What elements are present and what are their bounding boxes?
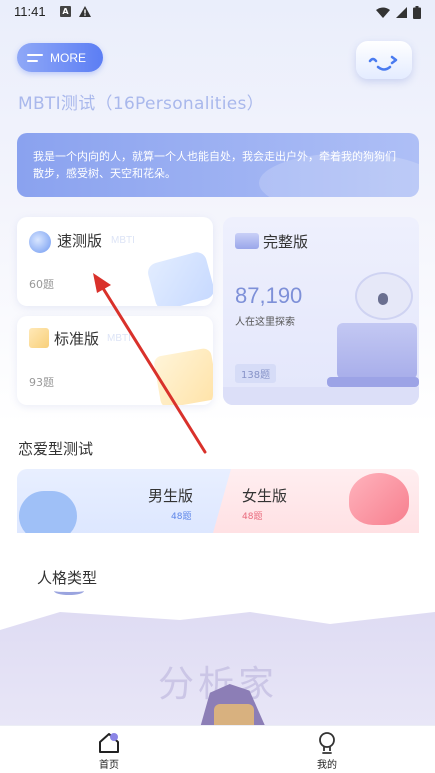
female-test-count: 48题 [242, 512, 263, 522]
standard-test-tag: MBTI [107, 333, 131, 344]
nav-home-label: 首页 [99, 760, 119, 771]
nav-mine-label: 我的 [317, 760, 337, 771]
quick-test-title: 速测版 [57, 232, 103, 250]
more-button[interactable]: MORE [17, 43, 103, 72]
love-test-section-title: 恋爱型测试 [18, 440, 94, 458]
home-icon [99, 733, 119, 753]
assistant-bot-button[interactable] [356, 41, 412, 79]
explorer-count: 87,190 [235, 283, 303, 308]
love-test-banner: 男生版 48题 女生版 48题 [17, 469, 419, 533]
monitor-illustration [337, 323, 417, 379]
full-test-count-badge: 138题 [235, 364, 277, 383]
bot-face-icon [368, 55, 398, 71]
notification-icons: A [60, 6, 91, 17]
standard-test-title: 标准版 [54, 330, 100, 348]
bottom-navigation: 首页 我的 [0, 725, 435, 773]
quick-test-icon [29, 231, 51, 253]
signal-icon [396, 7, 407, 18]
standard-test-illustration [152, 347, 213, 405]
menu-icon [27, 53, 43, 63]
app-notification-icon: A [60, 6, 71, 17]
quick-test-tag: MBTI [111, 235, 135, 246]
wifi-icon [376, 7, 390, 18]
nav-home[interactable]: 首页 [79, 726, 139, 773]
male-test-count: 48题 [171, 512, 192, 522]
status-bar: 11:41 A [0, 0, 435, 26]
standard-test-count: 93题 [29, 376, 54, 389]
personality-types-title: 人格类型 [37, 569, 98, 587]
explorer-count-label: 人在这里探索 [235, 317, 295, 328]
more-button-label: MORE [50, 50, 86, 65]
quote-text: 我是一个内向的人，就算一个人也能自处，我会走出户外，牵着我的狗狗们散步，感受树、… [33, 150, 396, 180]
warning-icon [79, 6, 91, 17]
koala-nose [378, 293, 388, 305]
quick-test-card[interactable]: 速测版 MBTI 60题 [17, 217, 213, 306]
nav-mine[interactable]: 我的 [297, 726, 357, 773]
floor-decoration [223, 387, 419, 405]
title-underline [54, 587, 84, 595]
female-test-title: 女生版 [242, 487, 288, 505]
full-test-title: 完整版 [263, 233, 309, 251]
male-test-option[interactable]: 男生版 48题 [17, 469, 231, 533]
page-title: MBTI测试（16Personalities） [18, 94, 264, 114]
standard-test-icon [29, 328, 49, 348]
heart-illustration [349, 473, 409, 525]
profile-icon [319, 732, 335, 754]
battery-icon [413, 6, 421, 19]
quote-banner[interactable]: 我是一个内向的人，就算一个人也能自处，我会走出户外，牵着我的狗狗们散步，感受树、… [17, 133, 419, 197]
quick-test-illustration [145, 250, 213, 306]
male-test-title: 男生版 [148, 487, 194, 505]
cloud-illustration [19, 491, 77, 533]
standard-test-card[interactable]: 标准版 MBTI 93题 [17, 316, 213, 405]
full-test-card[interactable]: 完整版 87,190 人在这里探索 138题 [223, 217, 419, 405]
status-time: 11:41 [14, 4, 46, 19]
quick-test-count: 60题 [29, 278, 54, 291]
system-status-icons [376, 6, 421, 19]
monitor-base-illustration [327, 377, 419, 387]
full-test-icon [235, 233, 259, 249]
